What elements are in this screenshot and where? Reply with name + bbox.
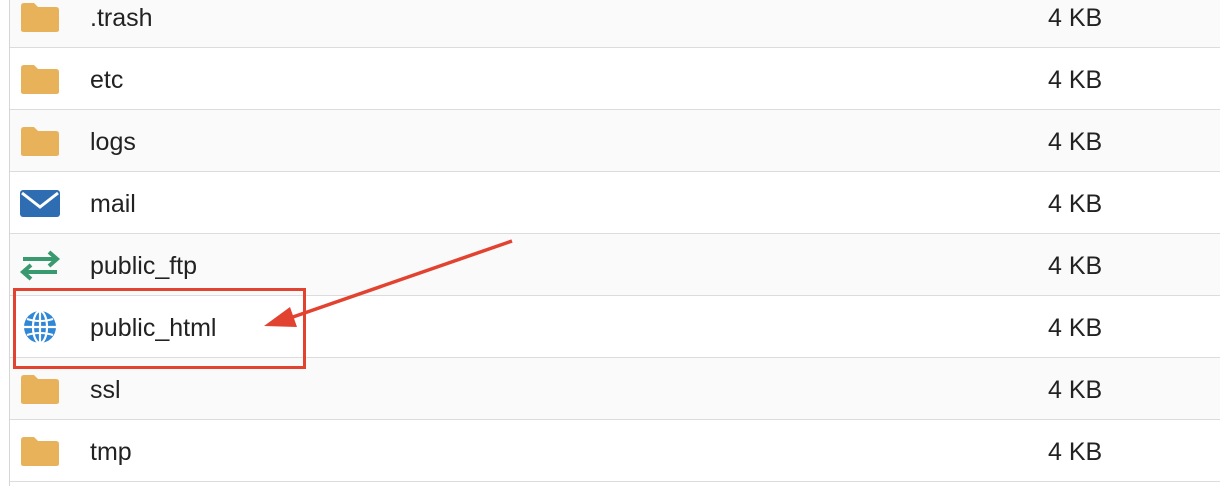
list-item[interactable]: logs 4 KB — [10, 110, 1220, 172]
file-name[interactable]: mail — [90, 189, 136, 219]
folder-icon — [19, 434, 61, 468]
file-name[interactable]: .trash — [90, 3, 153, 33]
file-name[interactable]: public_ftp — [90, 251, 197, 281]
file-size: 4 KB — [1048, 376, 1103, 404]
file-size: 4 KB — [1048, 190, 1103, 218]
globe-icon — [19, 310, 61, 344]
folder-icon — [19, 0, 61, 34]
folder-icon — [19, 124, 61, 158]
folder-icon — [19, 62, 61, 96]
list-item[interactable]: etc 4 KB — [10, 48, 1220, 110]
list-item[interactable]: mail 4 KB — [10, 172, 1220, 234]
file-size: 4 KB — [1048, 252, 1103, 280]
list-item[interactable]: public_html 4 KB — [10, 296, 1220, 358]
file-name[interactable]: etc — [90, 65, 123, 95]
file-list: .trash 4 KB etc 4 KB logs 4 KB mail 4 KB… — [0, 0, 1220, 482]
list-item[interactable]: public_ftp 4 KB — [10, 234, 1220, 296]
file-size: 4 KB — [1048, 4, 1103, 32]
mail-icon — [19, 186, 61, 220]
file-size: 4 KB — [1048, 438, 1103, 466]
file-size: 4 KB — [1048, 66, 1103, 94]
file-size: 4 KB — [1048, 128, 1103, 156]
folder-icon — [19, 372, 61, 406]
file-name[interactable]: logs — [90, 127, 136, 157]
transfer-icon — [19, 248, 61, 282]
file-name[interactable]: ssl — [90, 375, 121, 405]
list-item[interactable]: .trash 4 KB — [10, 0, 1220, 48]
file-size: 4 KB — [1048, 314, 1103, 342]
list-item[interactable]: ssl 4 KB — [10, 358, 1220, 420]
file-name[interactable]: tmp — [90, 437, 132, 467]
list-item[interactable]: tmp 4 KB — [10, 420, 1220, 482]
file-name[interactable]: public_html — [90, 313, 216, 343]
